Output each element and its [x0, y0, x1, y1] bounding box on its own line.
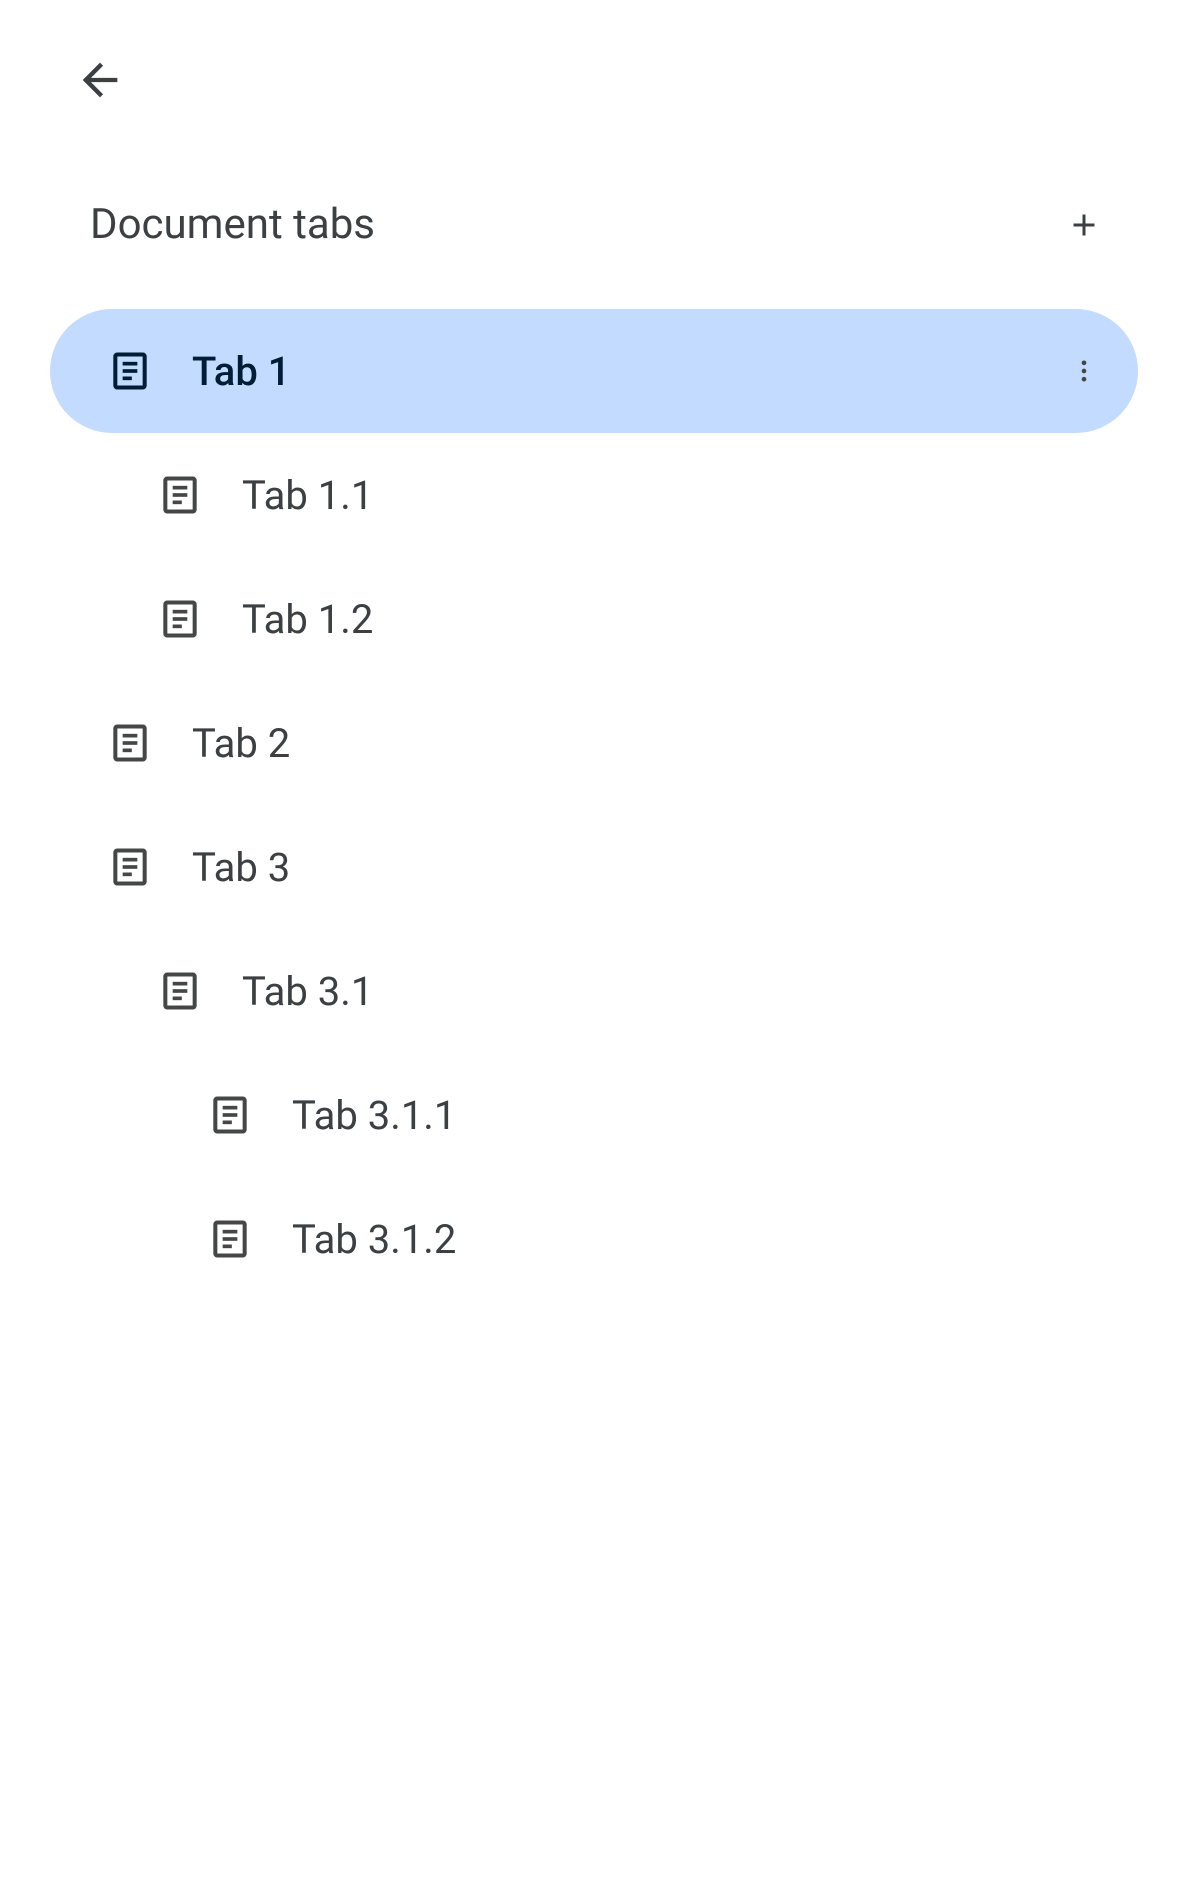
add-tab-button[interactable] [1060, 201, 1108, 249]
tab-item-tab-3-1[interactable]: Tab 3.1 [50, 929, 1138, 1053]
document-icon [208, 1093, 252, 1137]
tab-item-tab-2[interactable]: Tab 2 [50, 681, 1138, 805]
document-icon [108, 349, 152, 393]
document-icon [108, 845, 152, 889]
tab-label: Tab 1.2 [242, 596, 1108, 643]
plus-icon [1066, 207, 1102, 243]
tab-item-tab-1-1[interactable]: Tab 1.1 [50, 433, 1138, 557]
tab-label: Tab 1.1 [242, 472, 1108, 519]
tab-item-tab-1[interactable]: Tab 1 [50, 309, 1138, 433]
document-icon [208, 1217, 252, 1261]
arrow-back-icon [74, 54, 126, 106]
document-icon [158, 969, 202, 1013]
document-icon [158, 473, 202, 517]
tab-item-tab-3-1-1[interactable]: Tab 3.1.1 [50, 1053, 1138, 1177]
tab-label: Tab 3.1.2 [292, 1216, 1108, 1263]
tab-label: Tab 2 [192, 720, 1108, 767]
tab-label: Tab 1 [192, 348, 1060, 395]
tab-label: Tab 3 [192, 844, 1108, 891]
tab-item-tab-3[interactable]: Tab 3 [50, 805, 1138, 929]
more-options-button[interactable] [1060, 347, 1108, 395]
tab-item-tab-3-1-2[interactable]: Tab 3.1.2 [50, 1177, 1138, 1301]
tab-label: Tab 3.1 [242, 968, 1108, 1015]
tab-label: Tab 3.1.1 [292, 1092, 1108, 1139]
page-title: Document tabs [90, 200, 375, 249]
document-icon [158, 597, 202, 641]
tabs-list: Tab 1 Tab 1.1 [50, 309, 1138, 1301]
tab-item-tab-1-2[interactable]: Tab 1.2 [50, 557, 1138, 681]
more-vert-icon [1070, 357, 1098, 385]
back-button[interactable] [70, 50, 130, 110]
header: Document tabs [50, 200, 1138, 249]
document-icon [108, 721, 152, 765]
